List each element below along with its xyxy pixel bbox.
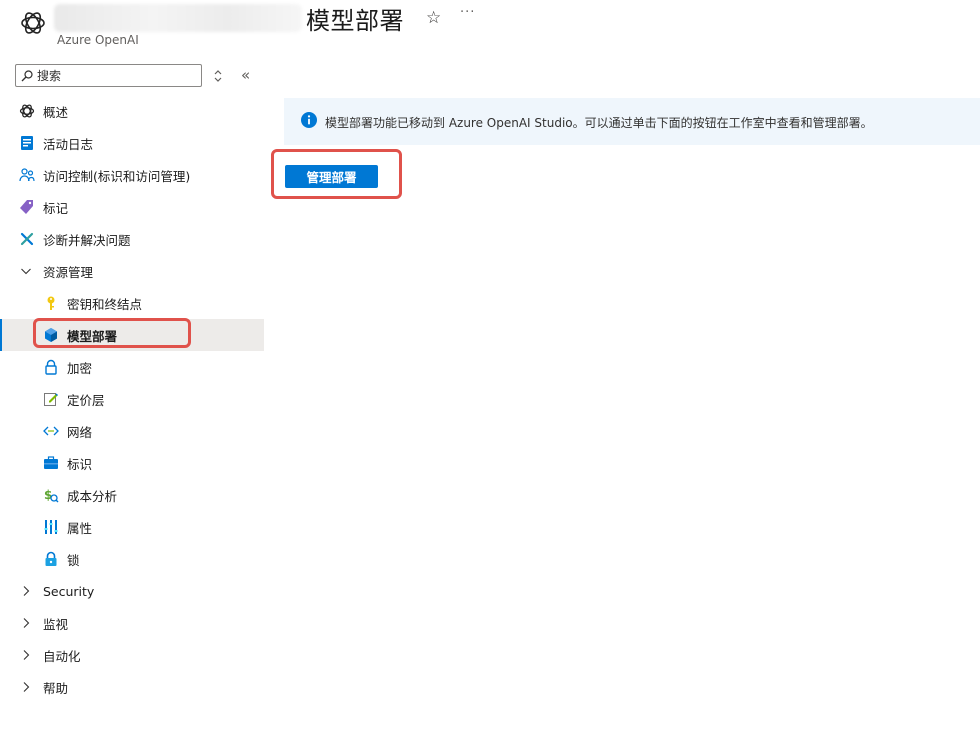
sidebar-item-label: 成本分析 [67,488,118,504]
people-icon [19,167,35,183]
sidebar-group-security[interactable]: Security [0,575,264,607]
chevron-right-icon [23,682,30,692]
tag-icon [19,199,35,215]
sidebar-item-access-control[interactable]: 访问控制(标识和访问管理) [0,159,264,191]
sidebar-item-identity[interactable]: 标识 [0,447,264,479]
sidebar-group-resource-management[interactable]: 资源管理 [0,255,264,287]
more-options-icon[interactable]: ··· [460,5,475,20]
sidebar-item-label: 诊断并解决问题 [43,232,131,248]
sidebar-group-automation[interactable]: 自动化 [0,639,264,671]
redacted-resource-name [54,4,302,32]
sidebar-item-label: 自动化 [43,648,81,664]
sidebar-group-help[interactable]: 帮助 [0,671,264,703]
favorite-star-icon[interactable]: ☆ [426,8,441,28]
search-icon [21,69,33,81]
sidebar-item-overview[interactable]: 概述 [0,95,264,127]
chevron-right-icon [23,586,30,596]
wrench-icon [19,231,35,247]
sidebar-item-label: Security [43,583,95,599]
chevron-right-icon [23,618,30,628]
properties-icon [43,519,59,535]
resource-type-label: Azure OpenAI [57,33,139,47]
manage-deployments-button[interactable]: 管理部署 [285,165,378,188]
sidebar-item-label: 网络 [67,424,93,440]
sidebar-item-tags[interactable]: 标记 [0,191,264,223]
sidebar-item-label: 属性 [67,520,93,536]
sidebar-item-label: 帮助 [43,680,69,696]
selection-indicator [0,319,2,351]
sidebar-item-label: 活动日志 [43,136,94,152]
cube-icon [43,327,59,343]
sidebar-item-label: 监视 [43,616,69,632]
info-banner: 模型部署功能已移动到 Azure OpenAI Studio。可以通过单击下面的… [284,98,980,145]
sidebar-item-pricing-tier[interactable]: 定价层 [0,383,264,415]
edit-icon [43,391,59,407]
sidebar-item-label: 访问控制(标识和访问管理) [43,168,191,184]
openai-logo-icon [21,12,45,34]
padlock-icon [43,551,59,567]
sidebar-item-networking[interactable]: 网络 [0,415,264,447]
sidebar-item-label: 定价层 [67,392,105,408]
identity-icon [43,455,59,471]
sidebar-item-diagnose[interactable]: 诊断并解决问题 [0,223,264,255]
sidebar-group-monitoring[interactable]: 监视 [0,607,264,639]
sidebar-item-label: 密钥和终结点 [67,296,143,312]
info-icon [301,112,317,128]
sidebar-item-model-deployments[interactable]: 模型部署 [0,319,264,351]
activity-log-icon [19,135,35,151]
sidebar-item-label: 锁 [67,552,80,568]
key-icon [43,295,59,311]
sidebar-item-locks[interactable]: 锁 [0,543,264,575]
sidebar-item-activity-log[interactable]: 活动日志 [0,127,264,159]
info-message: 模型部署功能已移动到 Azure OpenAI Studio。可以通过单击下面的… [325,116,873,130]
page-header: 模型部署 ☆ ··· Azure OpenAI [0,0,980,56]
cost-icon: $ [43,487,59,503]
search-input[interactable] [37,68,187,83]
sidebar-item-label: 标记 [43,200,69,216]
sidebar-item-label: 标识 [67,456,93,472]
sidebar-item-label: 模型部署 [67,328,118,344]
chevron-right-icon [23,650,30,660]
sidebar-item-cost-analysis[interactable]: $ 成本分析 [0,479,264,511]
sort-icon[interactable] [212,68,224,84]
sidebar-item-label: 加密 [67,360,93,376]
lock-icon [43,359,59,375]
sidebar-item-label: 资源管理 [43,264,94,280]
search-box[interactable] [15,64,202,87]
network-icon [43,423,59,439]
chevron-down-icon [21,268,31,275]
sidebar-item-encryption[interactable]: 加密 [0,351,264,383]
openai-icon [19,103,35,119]
sidebar-item-keys-endpoint[interactable]: 密钥和终结点 [0,287,264,319]
page-title: 模型部署 [306,7,404,35]
collapse-sidebar-icon[interactable]: « [241,66,250,84]
sidebar-item-label: 概述 [43,104,69,120]
sidebar-item-properties[interactable]: 属性 [0,511,264,543]
